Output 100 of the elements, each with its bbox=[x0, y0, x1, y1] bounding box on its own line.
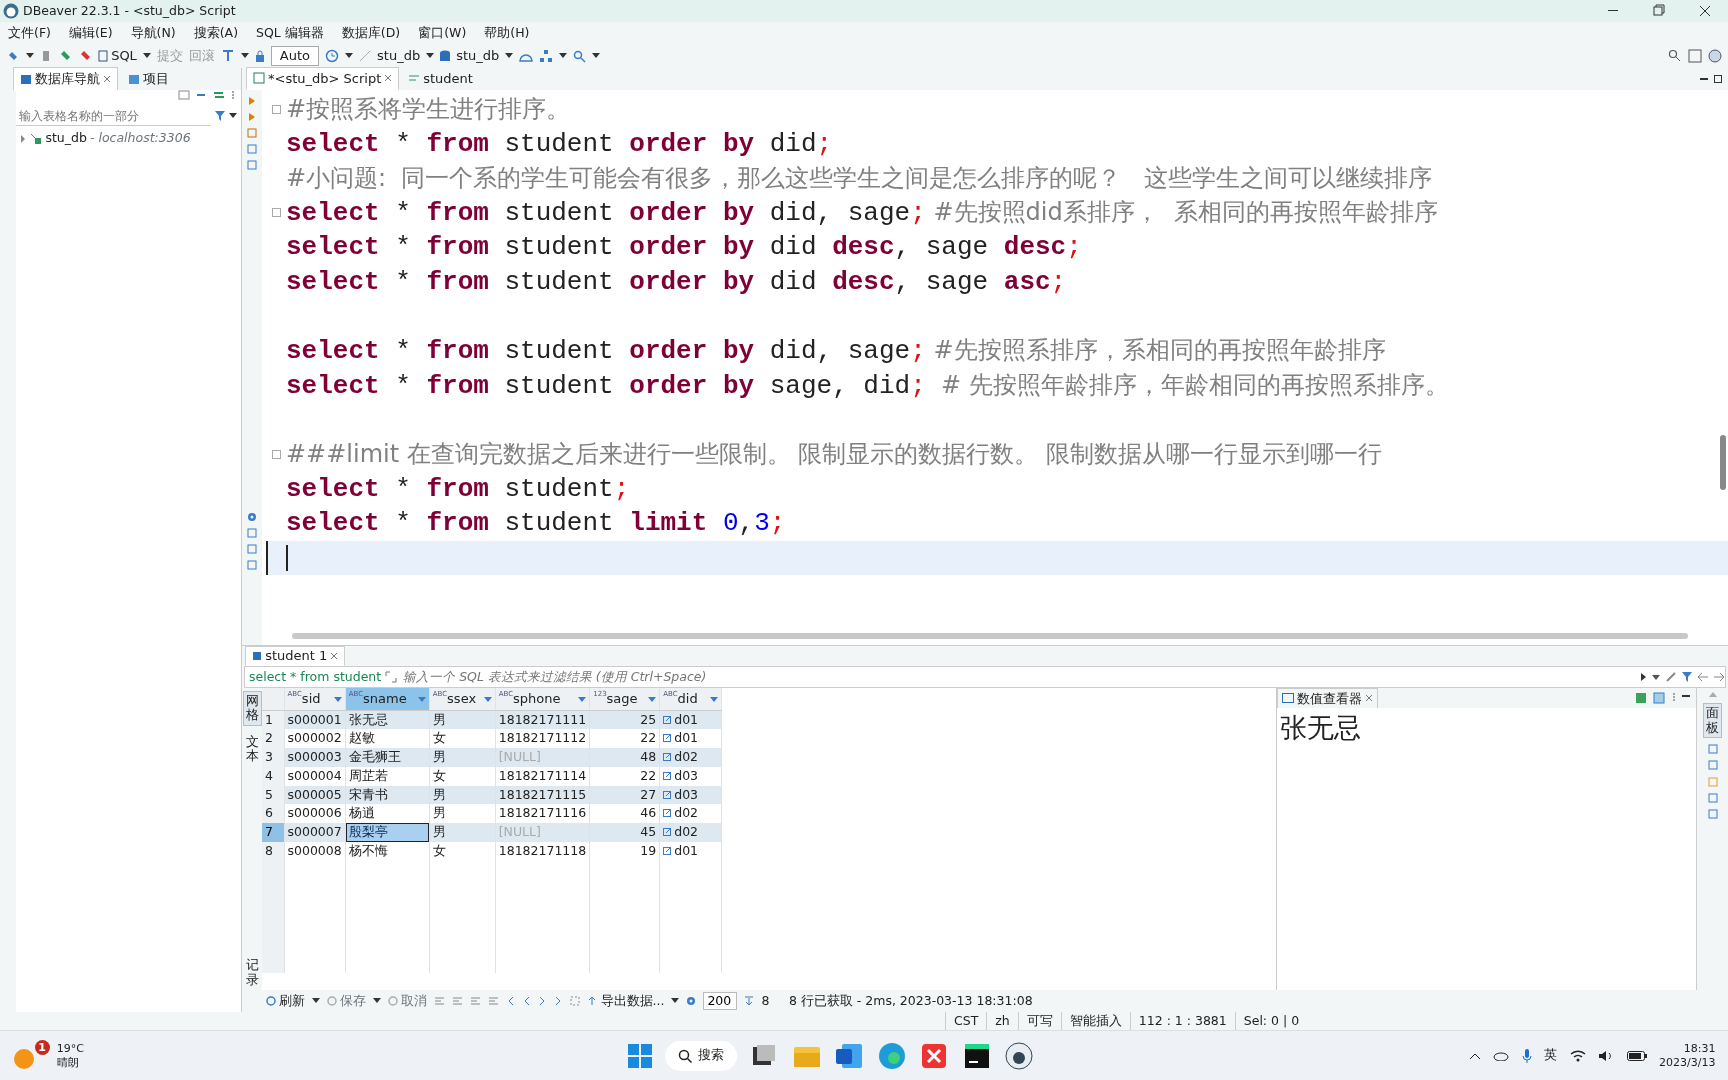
fold-marker[interactable] bbox=[272, 449, 281, 459]
row-number[interactable]: 6 bbox=[262, 804, 284, 823]
microphone-icon[interactable] bbox=[1521, 1047, 1532, 1064]
input-language[interactable]: 英 bbox=[1544, 1046, 1558, 1065]
results-tab[interactable]: student 1 bbox=[245, 646, 346, 666]
tree-item[interactable]: stu_db bbox=[45, 129, 87, 148]
caret-icon[interactable] bbox=[312, 998, 321, 1004]
filter-bar[interactable]: select * from student 输入一个 SQL 表达式来过滤结果 (使用 Ctrl+Space) bbox=[244, 666, 1726, 688]
table-cell: s000005 bbox=[284, 785, 346, 805]
panel-tab[interactable]: 数据库导航 bbox=[12, 67, 118, 91]
previous-icon[interactable] bbox=[522, 996, 532, 1006]
menu-item[interactable]: SQL 编辑器 bbox=[256, 23, 324, 43]
filter-icon[interactable] bbox=[214, 110, 227, 122]
window-title: DBeaver 22.3.1 - <stu_db> Script bbox=[23, 1, 236, 20]
view-tab[interactable]: 记录 bbox=[242, 955, 262, 990]
save-icon[interactable] bbox=[1635, 692, 1647, 704]
view-tab[interactable]: 文本 bbox=[242, 731, 262, 767]
connection-detail: - localhost:3306 bbox=[89, 129, 191, 148]
caret-icon[interactable] bbox=[373, 998, 382, 1004]
lock-icon[interactable] bbox=[254, 50, 265, 62]
save-button[interactable]: 保存 bbox=[327, 991, 367, 1011]
cancel-button[interactable]: 取消 bbox=[388, 991, 428, 1011]
menu-item[interactable]: 搜索(A) bbox=[193, 23, 239, 43]
expander-icon[interactable] bbox=[19, 134, 28, 143]
menu-item[interactable]: 窗口(W) bbox=[418, 23, 467, 43]
caret-icon[interactable] bbox=[505, 53, 514, 59]
browser-icon[interactable] bbox=[876, 1040, 907, 1071]
row-number[interactable]: 3 bbox=[262, 748, 284, 767]
fold-marker[interactable] bbox=[272, 104, 281, 114]
search-box[interactable]: 搜索 bbox=[665, 1040, 737, 1071]
row-number[interactable]: 1 bbox=[262, 710, 284, 730]
clock-time[interactable]: 18:31 bbox=[1659, 1041, 1716, 1056]
history-icon[interactable] bbox=[1651, 672, 1661, 682]
table-cell: s000003 bbox=[284, 748, 346, 767]
history-icon[interactable] bbox=[325, 49, 340, 63]
table-cell: 周芷若 bbox=[345, 766, 430, 786]
caret-icon[interactable] bbox=[671, 998, 680, 1004]
maximize-icon[interactable] bbox=[1713, 75, 1722, 83]
caret-icon[interactable] bbox=[1641, 673, 1647, 681]
diagram-icon[interactable] bbox=[539, 49, 554, 63]
auto-commit-mode[interactable]: Auto bbox=[270, 46, 320, 66]
row-number[interactable]: 7 bbox=[262, 823, 284, 842]
caret-icon[interactable] bbox=[426, 53, 435, 59]
vertical-scrollbar[interactable] bbox=[1720, 435, 1726, 490]
horizontal-scrollbar[interactable] bbox=[292, 633, 1688, 639]
caret-icon[interactable] bbox=[592, 53, 601, 59]
schema-selector[interactable]: stu_db bbox=[456, 46, 500, 66]
menu-item[interactable]: 编辑(E) bbox=[68, 23, 113, 43]
table-cell: d02 bbox=[659, 748, 722, 767]
filter-icon[interactable] bbox=[1681, 671, 1693, 683]
chevron-up-icon[interactable] bbox=[1468, 1051, 1481, 1060]
query-text: select * from student bbox=[249, 667, 382, 686]
cloud-icon[interactable] bbox=[1493, 1050, 1510, 1061]
menu-item[interactable]: 导航(N) bbox=[130, 23, 176, 43]
search-icon[interactable] bbox=[573, 49, 587, 63]
table-cell: d03 bbox=[659, 785, 722, 805]
table-cell: 45 bbox=[589, 823, 660, 842]
search-icon[interactable] bbox=[1668, 49, 1682, 62]
export-button[interactable]: 导出数据... bbox=[587, 991, 665, 1011]
datasource-selector[interactable]: stu_db bbox=[377, 46, 421, 66]
menu-item[interactable]: 文件(F) bbox=[8, 23, 51, 43]
fold-marker[interactable] bbox=[272, 208, 281, 218]
caret-icon[interactable] bbox=[26, 53, 34, 59]
more-icon[interactable] bbox=[1671, 692, 1676, 702]
wifi-icon[interactable] bbox=[1569, 1049, 1586, 1062]
editor-tab[interactable]: *<stu_db> Script bbox=[246, 66, 400, 90]
minimize-icon[interactable] bbox=[1681, 692, 1690, 700]
sun-icon bbox=[12, 1047, 35, 1070]
caret-icon[interactable] bbox=[345, 53, 354, 59]
transaction-icon[interactable] bbox=[220, 49, 235, 63]
fetch-size-field[interactable]: 200 bbox=[703, 992, 738, 1010]
view-tab[interactable]: 网格 bbox=[242, 691, 262, 726]
first-page-icon[interactable] bbox=[506, 996, 516, 1006]
more-icon[interactable] bbox=[230, 90, 235, 100]
caret-icon[interactable] bbox=[240, 53, 249, 59]
windows-start-icon[interactable] bbox=[626, 1042, 653, 1069]
row-number[interactable]: 2 bbox=[262, 729, 284, 748]
minimize-icon[interactable] bbox=[1699, 75, 1708, 83]
forward-icon[interactable] bbox=[1713, 672, 1725, 682]
panel-tab[interactable]: 面板 bbox=[1703, 703, 1722, 738]
clock-date[interactable]: 2023/3/13 bbox=[1659, 1055, 1716, 1070]
caret-icon[interactable] bbox=[142, 53, 151, 59]
scroll-up-icon[interactable] bbox=[1708, 691, 1717, 698]
back-icon[interactable] bbox=[1697, 672, 1709, 682]
caret-icon[interactable] bbox=[559, 53, 568, 59]
refresh-button[interactable]: 刷新 bbox=[266, 991, 306, 1011]
sql-button[interactable]: SQL bbox=[98, 46, 137, 66]
editor-tab[interactable]: student bbox=[401, 66, 480, 90]
connection-icon bbox=[30, 132, 43, 145]
caret-icon[interactable] bbox=[229, 113, 238, 119]
panel-tab[interactable]: 项目 bbox=[120, 67, 176, 91]
menu-item[interactable]: 数据库(D) bbox=[341, 23, 401, 43]
table-cell: s000008 bbox=[284, 841, 346, 861]
battery-icon[interactable] bbox=[1626, 1050, 1647, 1061]
search-icon bbox=[677, 1048, 692, 1063]
menu-item[interactable]: 帮助(H) bbox=[484, 23, 530, 43]
table-cell: 杨不悔 bbox=[345, 841, 430, 861]
code-line: select * from student order by sage, did; # 先按照年龄排序，年龄相同的再按照系排序。 bbox=[286, 369, 1449, 403]
erase-icon[interactable] bbox=[1665, 671, 1677, 683]
panel-tab[interactable]: 数值查看器 bbox=[1277, 687, 1378, 708]
